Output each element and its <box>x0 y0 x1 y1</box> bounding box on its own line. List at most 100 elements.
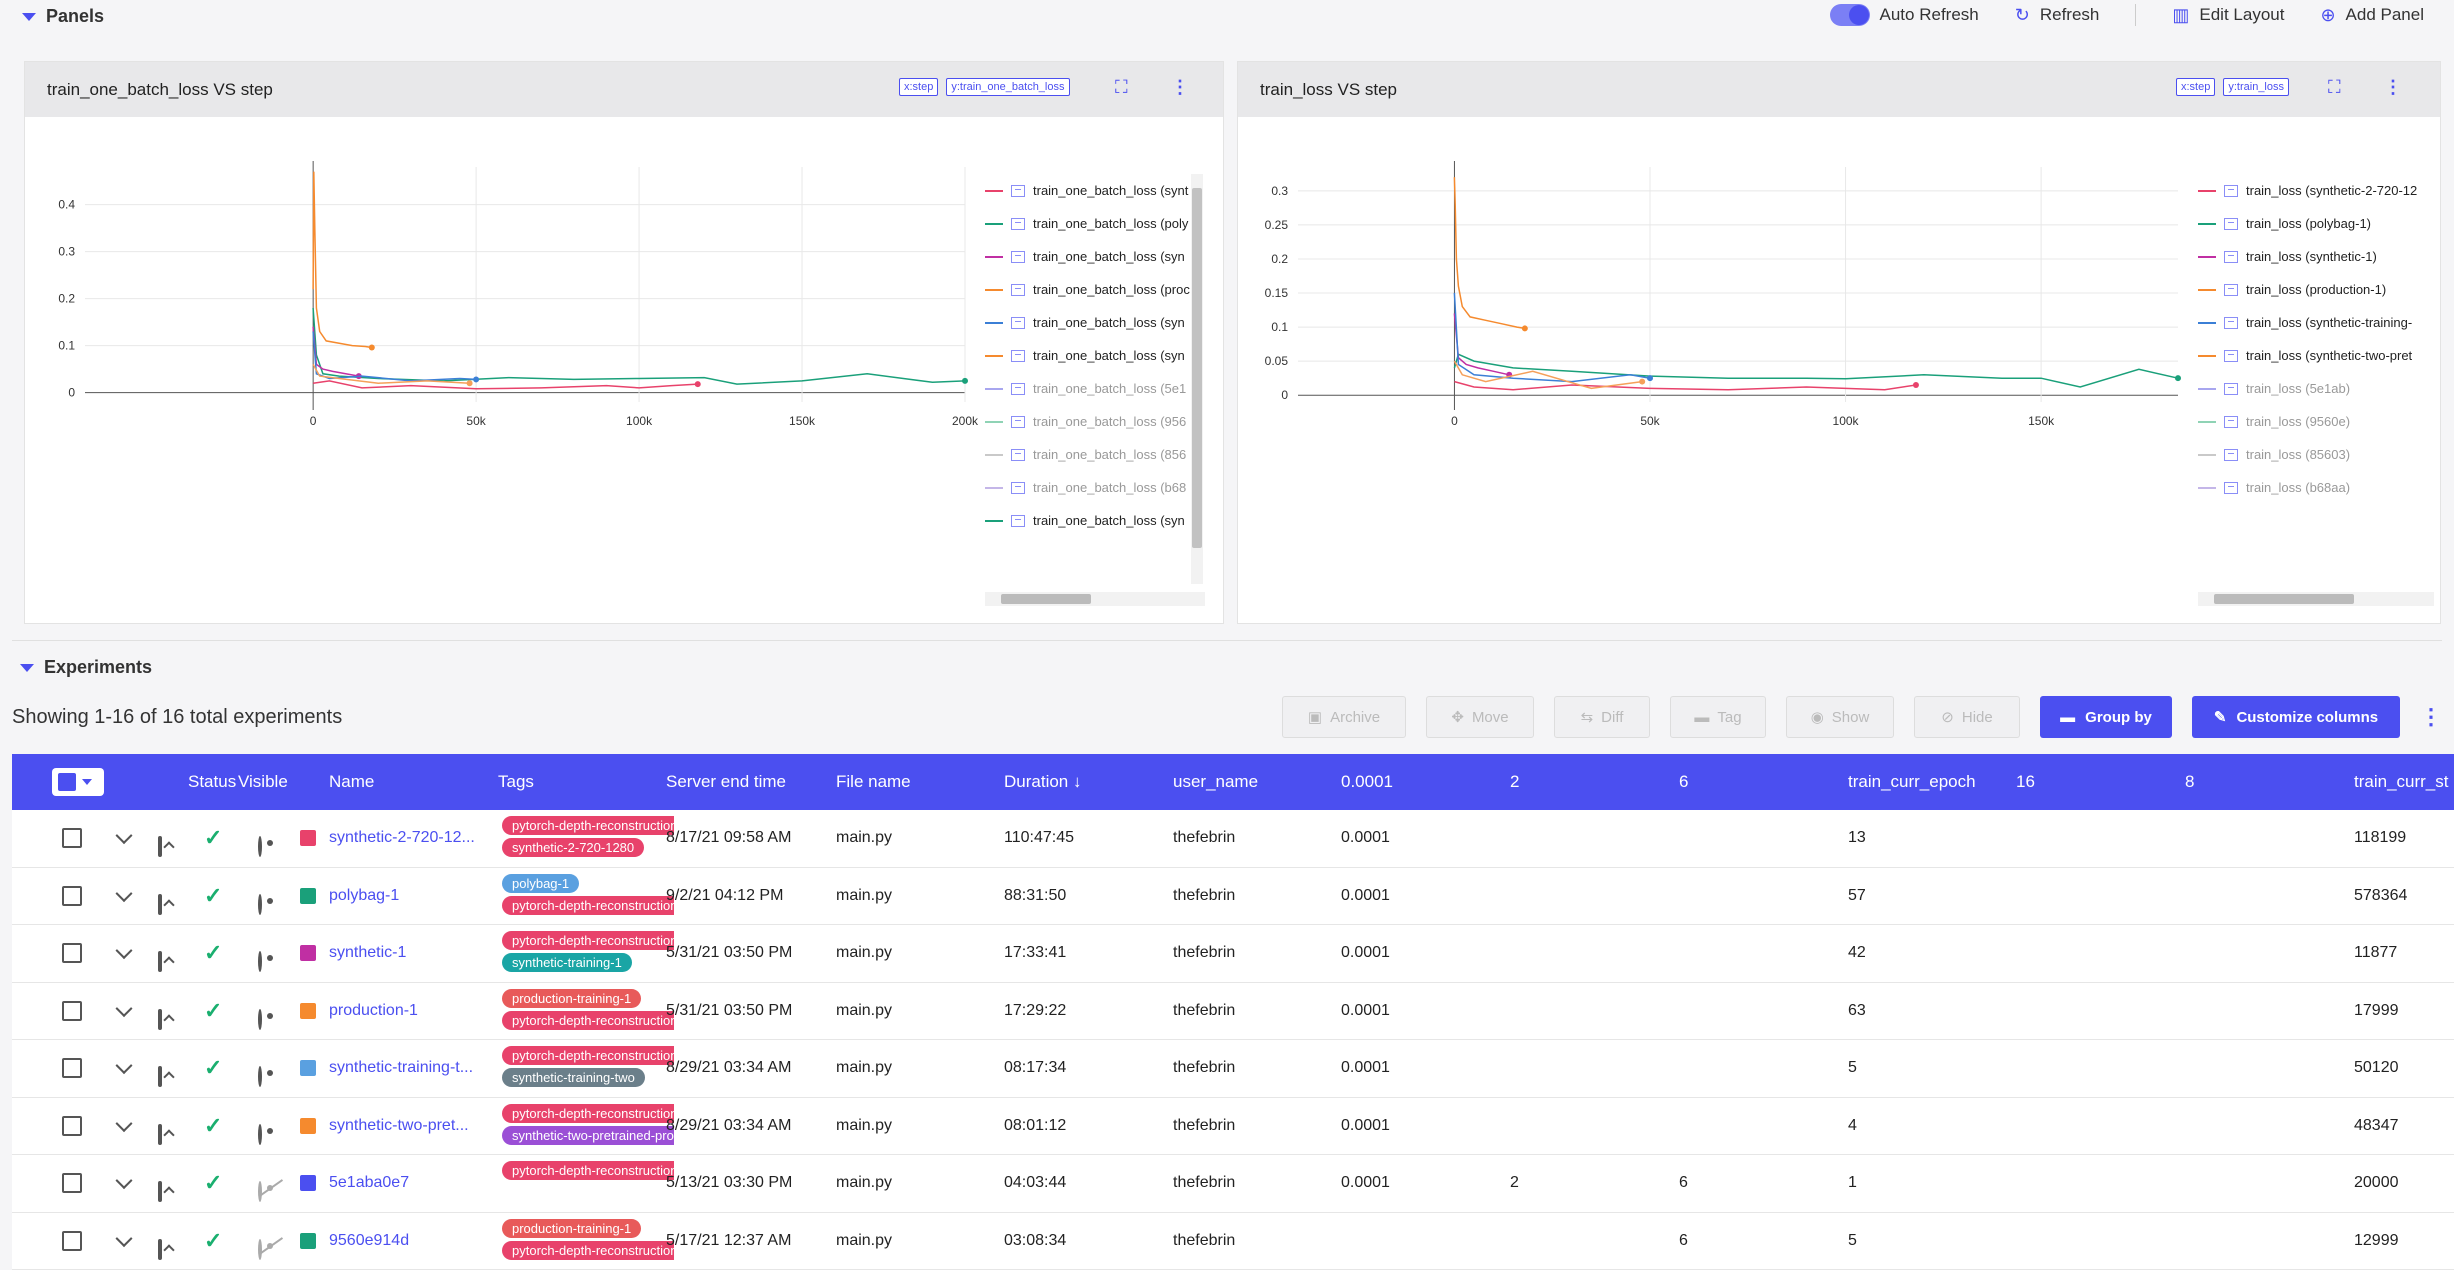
edit-layout-button[interactable]: ▥ Edit Layout <box>2172 5 2284 26</box>
customize-columns-button[interactable]: ✎Customize columns <box>2192 696 2400 738</box>
tag-chip[interactable]: production-training-1 <box>502 1219 641 1238</box>
expand-chevron-icon[interactable] <box>116 1057 133 1074</box>
legend-item[interactable]: train_loss (9560e) <box>2198 405 2434 438</box>
legend-item[interactable]: train_loss (production-1) <box>2198 273 2434 306</box>
legend-item[interactable]: train_one_batch_loss (956 <box>985 405 1215 438</box>
experiment-link-icon[interactable] <box>2224 416 2238 428</box>
experiment-name-link[interactable]: synthetic-two-pret... <box>329 1117 469 1135</box>
show-button[interactable]: ◉Show <box>1786 696 1894 738</box>
experiment-link-icon[interactable] <box>1011 317 1025 329</box>
table-row[interactable]: ✓synthetic-two-pret...pytorch-depth-reco… <box>12 1098 2454 1156</box>
experiment-link-icon[interactable] <box>2224 482 2238 494</box>
tag-chip[interactable]: synthetic-training-two <box>502 1068 645 1087</box>
hide-button[interactable]: ⊘Hide <box>1914 696 2020 738</box>
row-checkbox[interactable] <box>62 943 82 963</box>
col-16[interactable]: 16 <box>2016 772 2035 792</box>
open-in-new-icon[interactable] <box>158 951 162 972</box>
experiment-link-icon[interactable] <box>1011 251 1025 263</box>
col-train-curr-epoch[interactable]: train_curr_epoch <box>1848 772 1976 792</box>
row-checkbox[interactable] <box>62 886 82 906</box>
legend-item[interactable]: train_loss (synthetic-1) <box>2198 240 2434 273</box>
table-row[interactable]: ✓synthetic-training-t...pytorch-depth-re… <box>12 1040 2454 1098</box>
tag-chip[interactable]: pytorch-depth-reconstruction <box>502 816 674 835</box>
experiment-link-icon[interactable] <box>2224 383 2238 395</box>
experiment-link-icon[interactable] <box>1011 350 1025 362</box>
open-in-new-icon[interactable] <box>158 1066 162 1087</box>
experiment-link-icon[interactable] <box>2224 284 2238 296</box>
expand-chevron-icon[interactable] <box>116 1000 133 1017</box>
row-checkbox[interactable] <box>62 828 82 848</box>
experiment-link-icon[interactable] <box>1011 482 1025 494</box>
tag-chip[interactable]: synthetic-two-pretrained-production <box>502 1126 674 1145</box>
legend-vertical-scrollbar[interactable] <box>1191 174 1203 584</box>
experiment-link-icon[interactable] <box>1011 284 1025 296</box>
legend-item[interactable]: train_loss (polybag-1) <box>2198 207 2434 240</box>
experiment-link-icon[interactable] <box>1011 416 1025 428</box>
tag-chip[interactable]: pytorch-depth-reconstruction <box>502 931 674 950</box>
move-button[interactable]: ✥Move <box>1426 696 1534 738</box>
col-name[interactable]: Name <box>329 772 374 792</box>
expand-chevron-icon[interactable] <box>116 1115 133 1132</box>
scrollbar-thumb[interactable] <box>1192 188 1202 548</box>
col-2[interactable]: 2 <box>1510 772 1519 792</box>
color-swatch[interactable] <box>300 1175 316 1191</box>
eye-icon[interactable] <box>258 1124 262 1145</box>
scrollbar-thumb[interactable] <box>1001 594 1091 604</box>
tag-button[interactable]: ▬Tag <box>1670 696 1766 738</box>
open-in-new-icon[interactable] <box>158 1009 162 1030</box>
x-axis-chip[interactable]: x:step <box>899 78 938 96</box>
experiment-name-link[interactable]: polybag-1 <box>329 887 399 905</box>
tag-chip[interactable]: synthetic-2-720-1280 <box>502 838 644 857</box>
tag-chip[interactable]: synthetic-training-1 <box>502 953 632 972</box>
experiment-name-link[interactable]: production-1 <box>329 1002 418 1020</box>
tag-chip[interactable]: pytorch-depth-reconstruction <box>502 1161 674 1180</box>
tag-chip[interactable]: pytorch-depth-reconstruction <box>502 1011 674 1030</box>
col-file-name[interactable]: File name <box>836 772 911 792</box>
expand-chevron-icon[interactable] <box>116 885 133 902</box>
y-axis-chip[interactable]: y:train_loss <box>2223 78 2289 96</box>
more-vert-icon[interactable]: ⋮ <box>2420 704 2440 730</box>
toggle-switch-icon[interactable] <box>1830 4 1870 26</box>
table-row[interactable]: ✓production-1production-training-1pytorc… <box>12 983 2454 1041</box>
experiments-section-toggle[interactable]: Experiments <box>20 657 152 678</box>
experiment-link-icon[interactable] <box>2224 317 2238 329</box>
legend-item[interactable]: train_loss (5e1ab) <box>2198 372 2434 405</box>
eye-icon[interactable] <box>258 1009 262 1030</box>
open-in-new-icon[interactable] <box>158 894 162 915</box>
col-user-name[interactable]: user_name <box>1173 772 1258 792</box>
legend-item[interactable]: train_loss (synthetic-two-pret <box>2198 339 2434 372</box>
color-swatch[interactable] <box>300 888 316 904</box>
color-swatch[interactable] <box>300 945 316 961</box>
experiment-name-link[interactable]: synthetic-training-t... <box>329 1059 473 1077</box>
eye-off-icon[interactable] <box>258 1181 262 1202</box>
add-panel-button[interactable]: ⊕ Add Panel <box>2320 5 2424 26</box>
fullscreen-icon[interactable]: ⛶ <box>1115 77 1128 98</box>
legend-item[interactable]: train_loss (b68aa) <box>2198 471 2434 504</box>
group-by-button[interactable]: ▬Group by <box>2040 696 2172 738</box>
legend-item[interactable]: train_one_batch_loss (syn <box>985 339 1215 372</box>
tag-chip[interactable]: polybag-1 <box>502 874 579 893</box>
legend-item[interactable]: train_one_batch_loss (syn <box>985 240 1215 273</box>
more-vert-icon[interactable]: ⋮ <box>2384 77 2402 98</box>
tag-chip[interactable]: pytorch-depth-reconstruction <box>502 1104 674 1123</box>
refresh-button[interactable]: ↻ Refresh <box>2015 5 2100 26</box>
experiment-link-icon[interactable] <box>2224 449 2238 461</box>
auto-refresh-toggle[interactable]: Auto Refresh <box>1830 4 1979 26</box>
legend-item[interactable]: train_one_batch_loss (856 <box>985 438 1215 471</box>
color-swatch[interactable] <box>300 1118 316 1134</box>
legend-item[interactable]: train_one_batch_loss (b68 <box>985 471 1215 504</box>
col-status[interactable]: Status <box>188 772 236 792</box>
open-in-new-icon[interactable] <box>158 1181 162 1202</box>
legend-item[interactable]: train_loss (85603) <box>2198 438 2434 471</box>
experiment-link-icon[interactable] <box>1011 515 1025 527</box>
legend-horizontal-scrollbar[interactable] <box>985 592 1205 606</box>
open-in-new-icon[interactable] <box>158 1124 162 1145</box>
line-chart[interactable]: 00.050.10.150.20.250.3050k100k150k <box>1238 117 2198 625</box>
chart-legend[interactable]: train_loss (synthetic-2-720-12train_loss… <box>2198 174 2434 592</box>
col-0-0001[interactable]: 0.0001 <box>1341 772 1393 792</box>
eye-icon[interactable] <box>258 836 262 857</box>
col-8[interactable]: 8 <box>2185 772 2194 792</box>
experiment-name-link[interactable]: synthetic-2-720-12... <box>329 829 475 847</box>
legend-item[interactable]: train_one_batch_loss (5e1 <box>985 372 1215 405</box>
table-row[interactable]: ✓5e1aba0e7pytorch-depth-reconstruction5/… <box>12 1155 2454 1213</box>
